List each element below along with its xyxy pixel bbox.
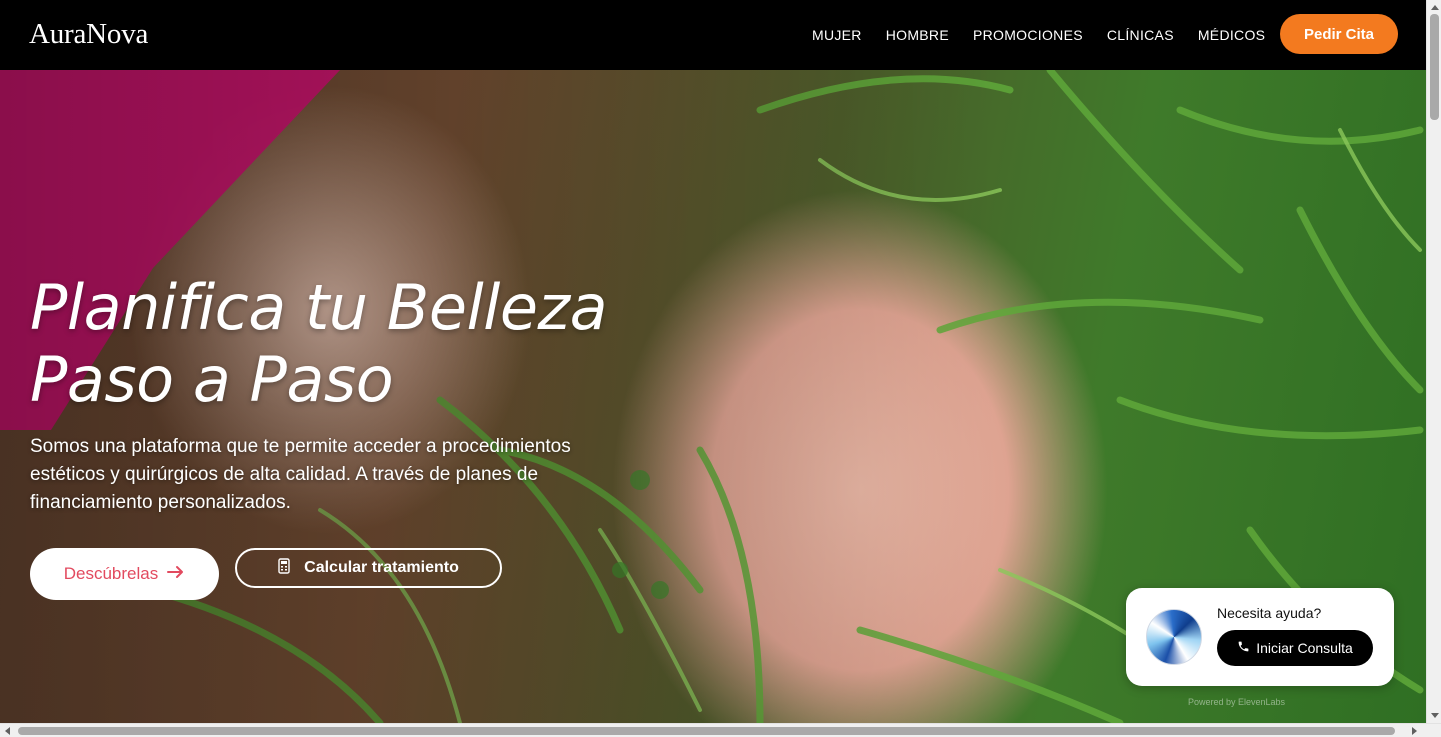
iniciar-consulta-label: Iniciar Consulta bbox=[1256, 640, 1353, 656]
hero-title-line1: Planifica tu Belleza bbox=[30, 271, 608, 344]
page-viewport: AuraNova MUJER HOMBRE PROMOCIONES CLÍNIC… bbox=[0, 0, 1426, 723]
phone-icon bbox=[1237, 640, 1250, 656]
nav-medicos[interactable]: MÉDICOS bbox=[1198, 27, 1265, 43]
descubrelas-label: Descúbrelas bbox=[63, 564, 159, 583]
vertical-scroll-thumb[interactable] bbox=[1430, 14, 1439, 120]
hero-title: Planifica tu Belleza Paso a Paso bbox=[30, 271, 608, 416]
site-header: AuraNova MUJER HOMBRE PROMOCIONES CLÍNIC… bbox=[0, 0, 1426, 70]
scroll-left-icon[interactable] bbox=[5, 727, 10, 735]
hero-description: Somos una plataforma que te permite acce… bbox=[30, 436, 571, 513]
powered-by-text[interactable]: Powered by ElevenLabs bbox=[1188, 697, 1285, 707]
help-widget: Necesita ayuda? Iniciar Consulta bbox=[1126, 588, 1394, 686]
pedir-cita-button[interactable]: Pedir Cita bbox=[1280, 14, 1398, 54]
calcular-tratamiento-button[interactable]: Calcular tratamiento bbox=[235, 548, 502, 588]
scroll-up-icon[interactable] bbox=[1431, 5, 1439, 10]
calculator-icon bbox=[278, 557, 290, 579]
horizontal-scrollbar[interactable] bbox=[0, 723, 1441, 737]
site-logo[interactable]: AuraNova bbox=[29, 18, 148, 51]
scroll-down-icon[interactable] bbox=[1431, 713, 1439, 718]
calcular-tratamiento-label: Calcular tratamiento bbox=[304, 559, 459, 576]
horizontal-scroll-thumb[interactable] bbox=[18, 727, 1395, 735]
main-nav: MUJER HOMBRE PROMOCIONES CLÍNICAS MÉDICO… bbox=[812, 0, 1289, 70]
iniciar-consulta-button[interactable]: Iniciar Consulta bbox=[1217, 630, 1373, 666]
assistant-orb-icon[interactable] bbox=[1146, 609, 1202, 665]
nav-hombre[interactable]: HOMBRE bbox=[886, 27, 949, 43]
hero-title-line2: Paso a Paso bbox=[30, 343, 394, 416]
help-prompt: Necesita ayuda? bbox=[1217, 605, 1322, 621]
vertical-scrollbar[interactable] bbox=[1426, 0, 1441, 723]
nav-promociones[interactable]: PROMOCIONES bbox=[973, 27, 1083, 43]
descubrelas-button[interactable]: Descúbrelas bbox=[30, 548, 219, 600]
scroll-right-icon[interactable] bbox=[1412, 727, 1417, 735]
arrow-right-icon bbox=[167, 564, 185, 584]
nav-clinicas[interactable]: CLÍNICAS bbox=[1107, 27, 1174, 43]
nav-mujer[interactable]: MUJER bbox=[812, 27, 862, 43]
